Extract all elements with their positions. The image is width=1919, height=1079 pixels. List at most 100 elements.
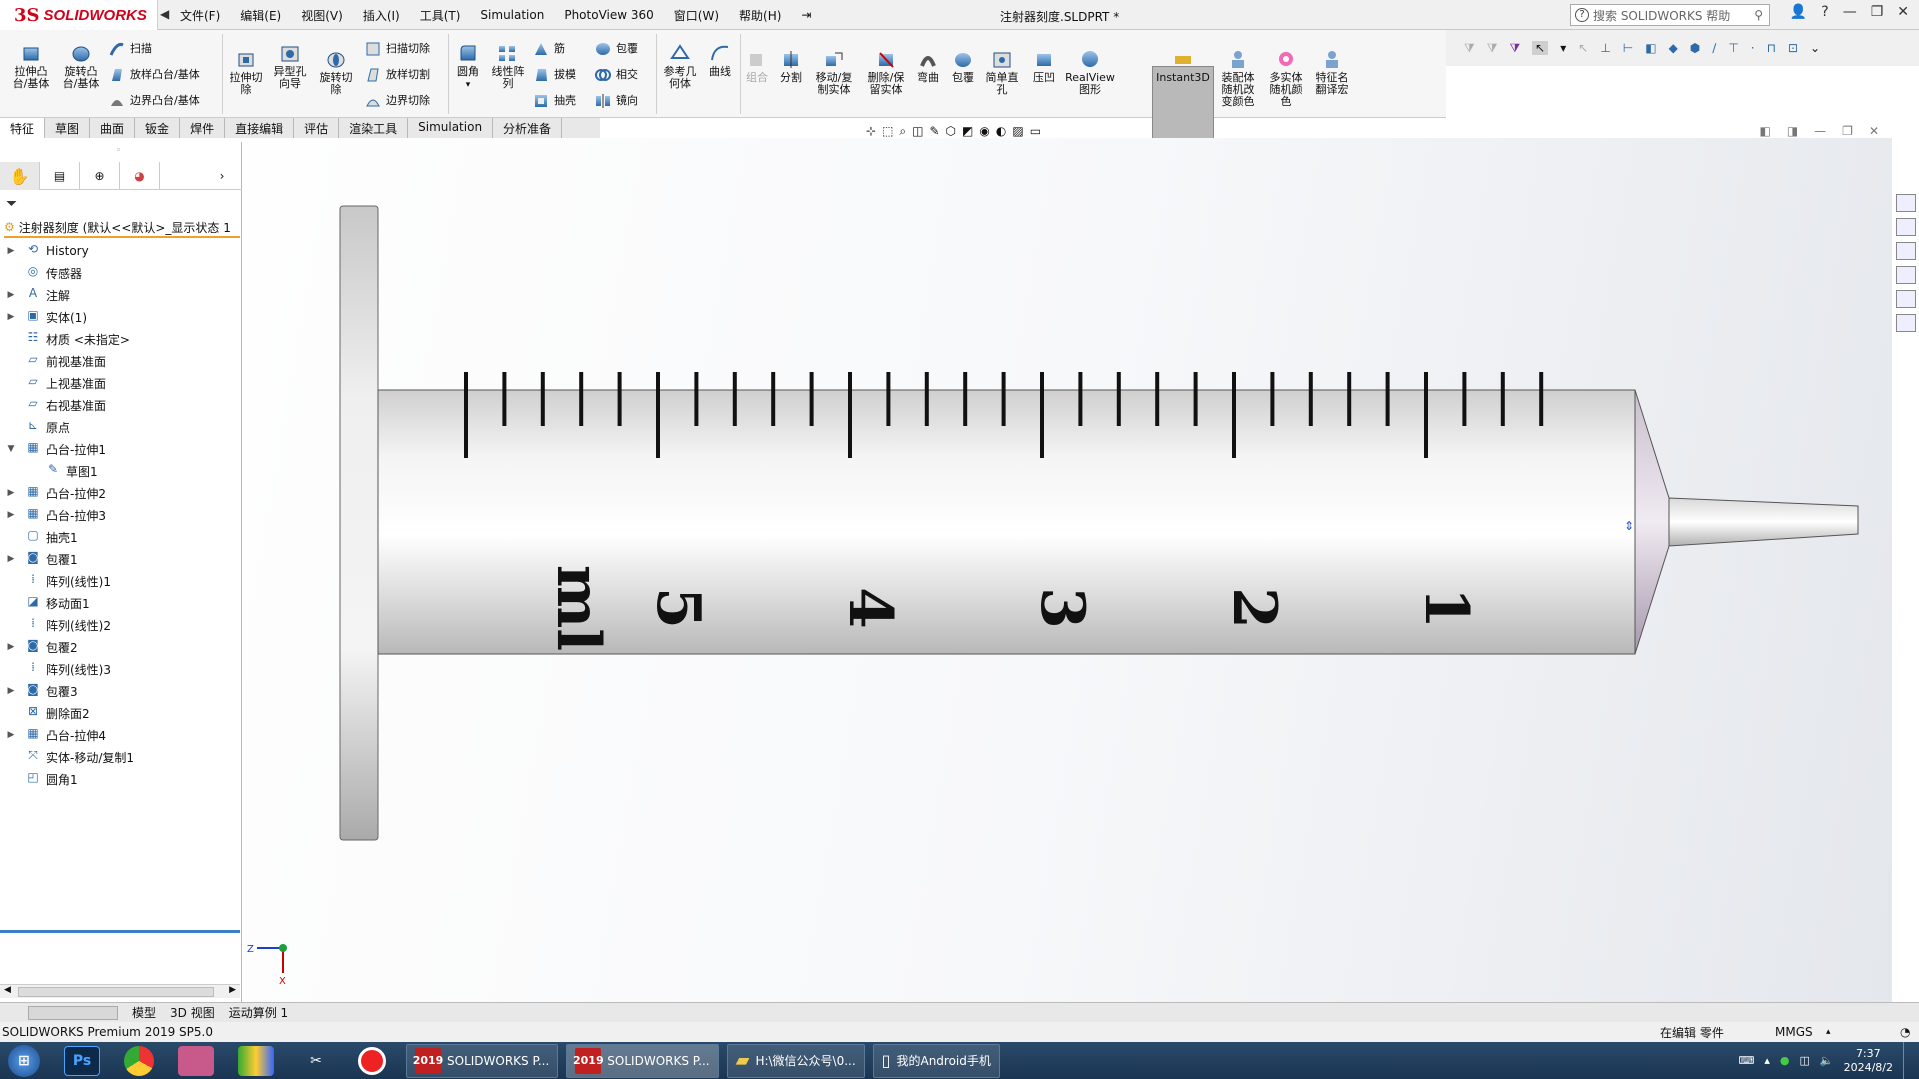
scroll-right-icon[interactable]: ▶ (229, 985, 236, 995)
file-explorer-icon[interactable] (1895, 242, 1916, 260)
previous-view-icon[interactable]: ⌕ (899, 124, 906, 139)
delete-keep-body-button[interactable]: 删除/保 留实体 (862, 48, 910, 96)
surface-filter-icon[interactable]: ◆ (1669, 41, 1678, 55)
toolbar-expand-icon[interactable]: ⌄ (1810, 41, 1820, 55)
dynamic-annotation-icon[interactable]: ✎ (929, 124, 939, 139)
simple-hole-button[interactable]: 简单直 孔 (982, 48, 1022, 96)
volume-icon[interactable]: 🔈 (1820, 1054, 1834, 1067)
axis-filter-icon[interactable]: ⊤ (1728, 41, 1738, 55)
intersect-button[interactable]: 相交 (594, 66, 638, 84)
rib-button[interactable]: 筋 (532, 40, 565, 58)
menu-tools[interactable]: 工具(T) (420, 7, 461, 24)
split-button[interactable]: 分割 (776, 48, 806, 84)
tab-weldments[interactable]: 焊件 (180, 118, 226, 138)
expand-toggle-icon[interactable]: ▶ (4, 312, 18, 322)
help-menu-icon[interactable]: ? (1821, 4, 1828, 20)
indent-button[interactable]: 压凹 (1028, 48, 1060, 84)
snipping-tool-icon[interactable]: ✂ (298, 1046, 334, 1076)
body-filter-icon[interactable]: ⬢ (1690, 41, 1700, 55)
tab-sheet-metal[interactable]: 钣金 (135, 118, 181, 138)
wechat-icon[interactable]: ● (1780, 1054, 1790, 1067)
tree-item[interactable]: ▶ ▣ 实体(1) (0, 306, 242, 328)
zoom-to-fit-icon[interactable]: ⊹ (866, 124, 876, 139)
tab-feature-tree[interactable]: ✋ (0, 162, 40, 190)
task-android-phone[interactable]: ▯ 我的Android手机 (872, 1043, 1000, 1078)
loft-button[interactable]: 放样凸台/基体 (108, 66, 200, 84)
tree-item[interactable]: ▶ ▦ 凸台-拉伸2 (0, 482, 242, 504)
tree-item[interactable]: ✎ 草图1 (0, 460, 242, 482)
scroll-left-icon[interactable]: ◀ (4, 985, 11, 995)
vp-close-icon[interactable]: ✕ (1869, 124, 1879, 138)
expand-toggle-icon[interactable]: ▶ (4, 290, 18, 300)
home-icon[interactable] (1895, 194, 1916, 212)
menu-view[interactable]: 视图(V) (301, 7, 343, 24)
search-icon[interactable]: ⚲ (1754, 8, 1763, 22)
revolve-cut-button[interactable]: 旋转切 除 (314, 48, 358, 96)
wrap2-button[interactable]: 包覆 (948, 48, 978, 84)
task-solidworks-1[interactable]: 2019 SOLIDWORKS P... (406, 1043, 559, 1078)
tab-evaluate[interactable]: 评估 (294, 118, 340, 138)
syringe-tip-cone[interactable] (1634, 389, 1670, 655)
view-settings-icon[interactable]: ▭ (1030, 124, 1041, 139)
plane-filter-icon[interactable]: ⊡ (1788, 41, 1798, 55)
status-rebuild-icon[interactable]: ◔ (1900, 1025, 1910, 1039)
custom-properties-icon[interactable] (1895, 314, 1916, 332)
assembly-color-macro-button[interactable]: 装配体 随机改 变颜色 (1216, 48, 1260, 108)
flex-button[interactable]: 弯曲 (914, 48, 942, 84)
tab-expand[interactable]: › (202, 162, 242, 190)
pin-icon[interactable]: ⇥ (801, 8, 811, 22)
image-viewer-icon[interactable] (178, 1045, 214, 1076)
vp-minimize-icon[interactable]: — (1814, 124, 1826, 138)
filter3-icon[interactable]: ⧩ (1509, 41, 1520, 56)
tab-surfaces[interactable]: 曲面 (90, 118, 136, 138)
tray-expand-icon[interactable]: ▴ (1764, 1054, 1770, 1067)
hole-wizard-button[interactable]: 异型孔 向导 (268, 42, 312, 90)
chrome-icon[interactable] (124, 1045, 154, 1076)
user-icon[interactable]: 👤 (1790, 4, 1807, 20)
tree-item[interactable]: ▶ ◙ 包覆3 (0, 680, 242, 702)
expand-toggle-icon[interactable]: ▶ (4, 730, 18, 740)
realview-button[interactable]: RealView 图形 (1064, 48, 1116, 96)
expand-toggle-icon[interactable]: ▼ (4, 444, 18, 454)
tab-sketch[interactable]: 草图 (45, 118, 91, 138)
point-filter-icon[interactable]: ⊥ (1600, 41, 1610, 55)
tree-item[interactable]: ▶ ▦ 凸台-拉伸4 (0, 724, 242, 746)
tree-item[interactable]: ▢ 抽壳1 (0, 526, 242, 548)
tree-root-part[interactable]: ⚙ 注射器刻度 (默认<<默认>_显示状态 1 (4, 218, 240, 238)
zoom-to-area-icon[interactable]: ⬚ (882, 124, 893, 139)
curves-button[interactable]: 曲线 (704, 42, 736, 78)
hide-show-icon[interactable]: ◉ (979, 124, 989, 139)
multibody-color-macro-button[interactable]: 多实体 随机颜 色 (1264, 48, 1308, 108)
tree-item[interactable]: ⁞ 阵列(线性)3 (0, 658, 242, 680)
menu-file[interactable]: 文件(F) (180, 7, 220, 24)
menu-insert[interactable]: 插入(I) (363, 7, 400, 24)
edit-appearance-icon[interactable]: ◐ (996, 124, 1006, 139)
feature-rename-macro-button[interactable]: 特征名 翻译宏 (1310, 48, 1354, 96)
vp-tile-right-icon[interactable]: ◨ (1787, 124, 1798, 138)
tab-property-manager[interactable]: ▤ (40, 162, 80, 190)
vp-restore-icon[interactable]: ❐ (1842, 124, 1853, 138)
dimension-filter-icon[interactable]: ⊓ (1767, 41, 1776, 55)
reference-geometry-button[interactable]: 参考几 何体 (658, 42, 702, 90)
graphics-area[interactable]: ⇕ 1 2 3 4 5 ml Z X (243, 138, 1892, 1002)
expand-toggle-icon[interactable]: ▶ (4, 554, 18, 564)
revolve-boss-button[interactable]: 旋转凸 台/基体 (58, 42, 104, 90)
tree-item[interactable]: ⁞ 阵列(线性)2 (0, 614, 242, 636)
syringe-nozzle[interactable] (1668, 497, 1859, 547)
face-filter-icon[interactable]: ◧ (1645, 41, 1656, 55)
shell-button[interactable]: 抽壳 (532, 92, 576, 110)
sketch-filter-icon[interactable]: ⋅ (1751, 41, 1755, 55)
status-units[interactable]: MMGS (1775, 1025, 1813, 1039)
tree-horizontal-scrollbar[interactable]: ◀ ▶ (0, 984, 240, 998)
scroll-thumb[interactable] (18, 987, 214, 997)
wrap-button[interactable]: 包覆 (594, 40, 638, 58)
vp-tile-left-icon[interactable]: ◧ (1759, 124, 1770, 138)
tree-item[interactable]: ◎ 传感器 (0, 262, 242, 284)
tab-analysis-prep[interactable]: 分析准备 (493, 118, 563, 138)
menu-edit[interactable]: 编辑(E) (240, 7, 281, 24)
minimize-icon[interactable]: — (1843, 4, 1857, 20)
design-library-icon[interactable] (1895, 218, 1916, 236)
panel-handle-icon[interactable]: ◦ (116, 146, 121, 156)
select-dropdown-icon[interactable]: ▾ (1560, 41, 1566, 55)
menu-photoview[interactable]: PhotoView 360 (564, 8, 653, 22)
